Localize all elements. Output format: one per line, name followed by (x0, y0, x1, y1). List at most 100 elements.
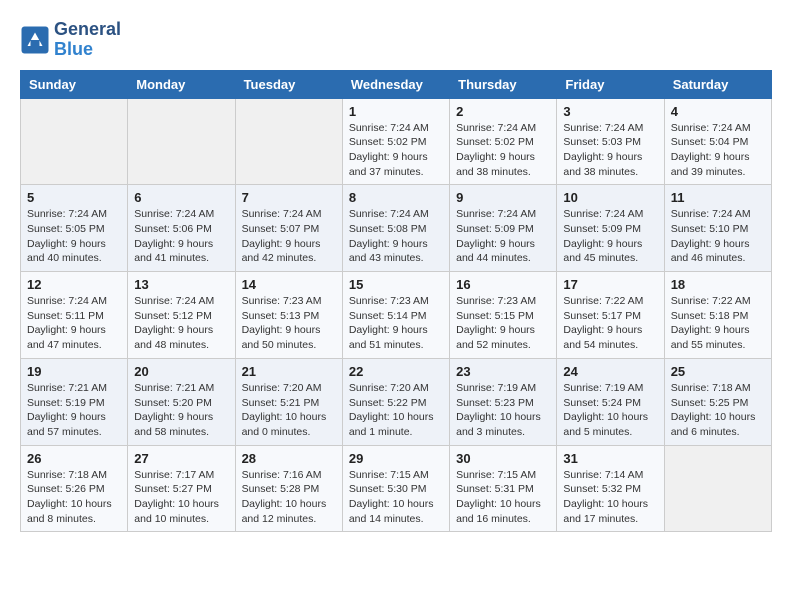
day-info: Sunrise: 7:21 AM Sunset: 5:19 PM Dayligh… (27, 381, 121, 440)
calendar-cell: 8 Sunrise: 7:24 AM Sunset: 5:08 PM Daylig… (342, 185, 449, 272)
calendar-cell: 11 Sunrise: 7:24 AM Sunset: 5:10 PM Dayli… (664, 185, 771, 272)
day-info: Sunrise: 7:17 AM Sunset: 5:27 PM Dayligh… (134, 468, 228, 527)
day-number: 4 (671, 104, 765, 119)
weekday-header: Wednesday (342, 70, 449, 98)
calendar-header: SundayMondayTuesdayWednesdayThursdayFrid… (21, 70, 772, 98)
calendar-cell: 21 Sunrise: 7:20 AM Sunset: 5:21 PM Dayli… (235, 358, 342, 445)
calendar-cell: 28 Sunrise: 7:16 AM Sunset: 5:28 PM Dayli… (235, 445, 342, 532)
calendar-cell (235, 98, 342, 185)
day-number: 31 (563, 451, 657, 466)
day-info: Sunrise: 7:23 AM Sunset: 5:15 PM Dayligh… (456, 294, 550, 353)
day-number: 26 (27, 451, 121, 466)
day-number: 23 (456, 364, 550, 379)
logo-text: General Blue (54, 20, 121, 60)
weekday-header: Tuesday (235, 70, 342, 98)
day-info: Sunrise: 7:24 AM Sunset: 5:03 PM Dayligh… (563, 121, 657, 180)
day-number: 25 (671, 364, 765, 379)
calendar-cell: 3 Sunrise: 7:24 AM Sunset: 5:03 PM Daylig… (557, 98, 664, 185)
day-number: 7 (242, 190, 336, 205)
calendar-cell: 19Sunrise: 7:21 AM Sunset: 5:19 PM Dayli… (21, 358, 128, 445)
day-info: Sunrise: 7:24 AM Sunset: 5:09 PM Dayligh… (456, 207, 550, 266)
day-info: Sunrise: 7:24 AM Sunset: 5:12 PM Dayligh… (134, 294, 228, 353)
calendar-cell: 24 Sunrise: 7:19 AM Sunset: 5:24 PM Dayli… (557, 358, 664, 445)
day-number: 1 (349, 104, 443, 119)
calendar-cell: 29Sunrise: 7:15 AM Sunset: 5:30 PM Dayli… (342, 445, 449, 532)
calendar-week-row: 19Sunrise: 7:21 AM Sunset: 5:19 PM Dayli… (21, 358, 772, 445)
day-info: Sunrise: 7:23 AM Sunset: 5:14 PM Dayligh… (349, 294, 443, 353)
calendar-cell (21, 98, 128, 185)
day-number: 8 (349, 190, 443, 205)
day-number: 17 (563, 277, 657, 292)
logo-icon (20, 25, 50, 55)
calendar-cell: 27 Sunrise: 7:17 AM Sunset: 5:27 PM Dayli… (128, 445, 235, 532)
day-info: Sunrise: 7:24 AM Sunset: 5:02 PM Dayligh… (456, 121, 550, 180)
weekday-row: SundayMondayTuesdayWednesdayThursdayFrid… (21, 70, 772, 98)
weekday-header: Thursday (450, 70, 557, 98)
calendar-cell: 31 Sunrise: 7:14 AM Sunset: 5:32 PM Dayli… (557, 445, 664, 532)
day-info: Sunrise: 7:24 AM Sunset: 5:11 PM Dayligh… (27, 294, 121, 353)
day-number: 2 (456, 104, 550, 119)
calendar-body: 1 Sunrise: 7:24 AM Sunset: 5:02 PM Daylig… (21, 98, 772, 532)
calendar-cell: 14Sunrise: 7:23 AM Sunset: 5:13 PM Dayli… (235, 272, 342, 359)
day-number: 27 (134, 451, 228, 466)
day-number: 30 (456, 451, 550, 466)
calendar-cell: 17 Sunrise: 7:22 AM Sunset: 5:17 PM Dayli… (557, 272, 664, 359)
calendar-cell: 12 Sunrise: 7:24 AM Sunset: 5:11 PM Dayli… (21, 272, 128, 359)
calendar-cell: 10Sunrise: 7:24 AM Sunset: 5:09 PM Dayli… (557, 185, 664, 272)
calendar-cell (664, 445, 771, 532)
day-number: 3 (563, 104, 657, 119)
calendar-cell: 4 Sunrise: 7:24 AM Sunset: 5:04 PM Daylig… (664, 98, 771, 185)
day-info: Sunrise: 7:23 AM Sunset: 5:13 PM Dayligh… (242, 294, 336, 353)
day-info: Sunrise: 7:22 AM Sunset: 5:18 PM Dayligh… (671, 294, 765, 353)
day-info: Sunrise: 7:24 AM Sunset: 5:09 PM Dayligh… (563, 207, 657, 266)
day-info: Sunrise: 7:24 AM Sunset: 5:02 PM Dayligh… (349, 121, 443, 180)
day-number: 9 (456, 190, 550, 205)
day-number: 6 (134, 190, 228, 205)
calendar-cell (128, 98, 235, 185)
day-number: 24 (563, 364, 657, 379)
calendar-week-row: 26Sunrise: 7:18 AM Sunset: 5:26 PM Dayli… (21, 445, 772, 532)
day-number: 16 (456, 277, 550, 292)
calendar-cell: 6Sunrise: 7:24 AM Sunset: 5:06 PM Daylig… (128, 185, 235, 272)
day-info: Sunrise: 7:22 AM Sunset: 5:17 PM Dayligh… (563, 294, 657, 353)
calendar-week-row: 1 Sunrise: 7:24 AM Sunset: 5:02 PM Daylig… (21, 98, 772, 185)
weekday-header: Sunday (21, 70, 128, 98)
day-info: Sunrise: 7:24 AM Sunset: 5:04 PM Dayligh… (671, 121, 765, 180)
calendar-cell: 20 Sunrise: 7:21 AM Sunset: 5:20 PM Dayli… (128, 358, 235, 445)
calendar: SundayMondayTuesdayWednesdayThursdayFrid… (20, 70, 772, 533)
day-number: 18 (671, 277, 765, 292)
day-info: Sunrise: 7:16 AM Sunset: 5:28 PM Dayligh… (242, 468, 336, 527)
day-number: 22 (349, 364, 443, 379)
calendar-cell: 25Sunrise: 7:18 AM Sunset: 5:25 PM Dayli… (664, 358, 771, 445)
day-number: 21 (242, 364, 336, 379)
calendar-cell: 5Sunrise: 7:24 AM Sunset: 5:05 PM Daylig… (21, 185, 128, 272)
day-info: Sunrise: 7:24 AM Sunset: 5:08 PM Dayligh… (349, 207, 443, 266)
logo: General Blue (20, 20, 121, 60)
calendar-week-row: 5Sunrise: 7:24 AM Sunset: 5:05 PM Daylig… (21, 185, 772, 272)
day-number: 20 (134, 364, 228, 379)
day-number: 28 (242, 451, 336, 466)
day-number: 29 (349, 451, 443, 466)
calendar-cell: 18 Sunrise: 7:22 AM Sunset: 5:18 PM Dayli… (664, 272, 771, 359)
calendar-cell: 1 Sunrise: 7:24 AM Sunset: 5:02 PM Daylig… (342, 98, 449, 185)
day-number: 13 (134, 277, 228, 292)
calendar-cell: 22Sunrise: 7:20 AM Sunset: 5:22 PM Dayli… (342, 358, 449, 445)
calendar-cell: 7 Sunrise: 7:24 AM Sunset: 5:07 PM Daylig… (235, 185, 342, 272)
day-info: Sunrise: 7:24 AM Sunset: 5:10 PM Dayligh… (671, 207, 765, 266)
day-number: 15 (349, 277, 443, 292)
weekday-header: Friday (557, 70, 664, 98)
day-info: Sunrise: 7:14 AM Sunset: 5:32 PM Dayligh… (563, 468, 657, 527)
day-info: Sunrise: 7:20 AM Sunset: 5:21 PM Dayligh… (242, 381, 336, 440)
day-info: Sunrise: 7:21 AM Sunset: 5:20 PM Dayligh… (134, 381, 228, 440)
weekday-header: Monday (128, 70, 235, 98)
calendar-cell: 13 Sunrise: 7:24 AM Sunset: 5:12 PM Dayli… (128, 272, 235, 359)
day-info: Sunrise: 7:24 AM Sunset: 5:07 PM Dayligh… (242, 207, 336, 266)
calendar-cell: 16 Sunrise: 7:23 AM Sunset: 5:15 PM Dayli… (450, 272, 557, 359)
day-number: 12 (27, 277, 121, 292)
weekday-header: Saturday (664, 70, 771, 98)
day-info: Sunrise: 7:15 AM Sunset: 5:31 PM Dayligh… (456, 468, 550, 527)
calendar-cell: 15 Sunrise: 7:23 AM Sunset: 5:14 PM Dayli… (342, 272, 449, 359)
calendar-cell: 30 Sunrise: 7:15 AM Sunset: 5:31 PM Dayli… (450, 445, 557, 532)
day-info: Sunrise: 7:19 AM Sunset: 5:24 PM Dayligh… (563, 381, 657, 440)
day-number: 11 (671, 190, 765, 205)
